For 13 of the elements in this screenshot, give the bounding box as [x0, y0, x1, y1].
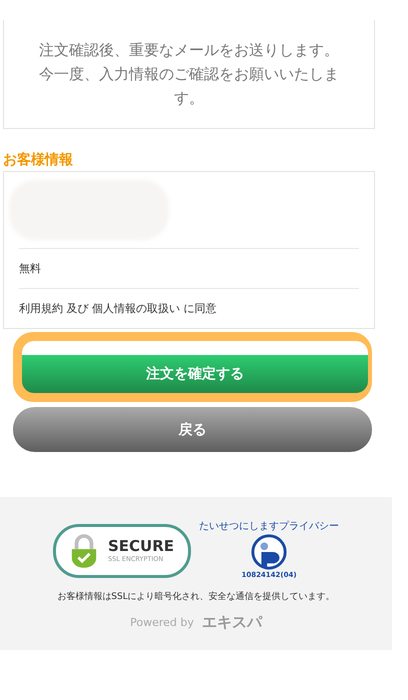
ssl-note: お客様情報はSSLにより暗号化され、安全な通信を提供しています。 — [57, 590, 335, 603]
padlock-icon — [70, 534, 98, 568]
notice-text: 注文確認後、重要なメールをお送りします。今一度、入力情報のご確認をお願いいたします。 — [38, 40, 340, 109]
back-button[interactable]: 戻る — [13, 407, 372, 452]
info-text: 利用規約 及び 個人情報の取扱い に同意 — [19, 301, 216, 316]
info-text: 無料 — [19, 261, 41, 276]
privacy-mark-icon — [250, 533, 288, 571]
secure-title: SECURE — [108, 538, 174, 554]
section-title: お客様情報 — [3, 151, 73, 169]
confirm-order-button[interactable]: 注文を確定する — [22, 341, 368, 393]
powered-by-text: Powered by — [130, 616, 194, 629]
privacy-caption: たいせつにしますプライバシー — [199, 521, 340, 533]
brand-logo: エキスパ — [202, 613, 262, 632]
